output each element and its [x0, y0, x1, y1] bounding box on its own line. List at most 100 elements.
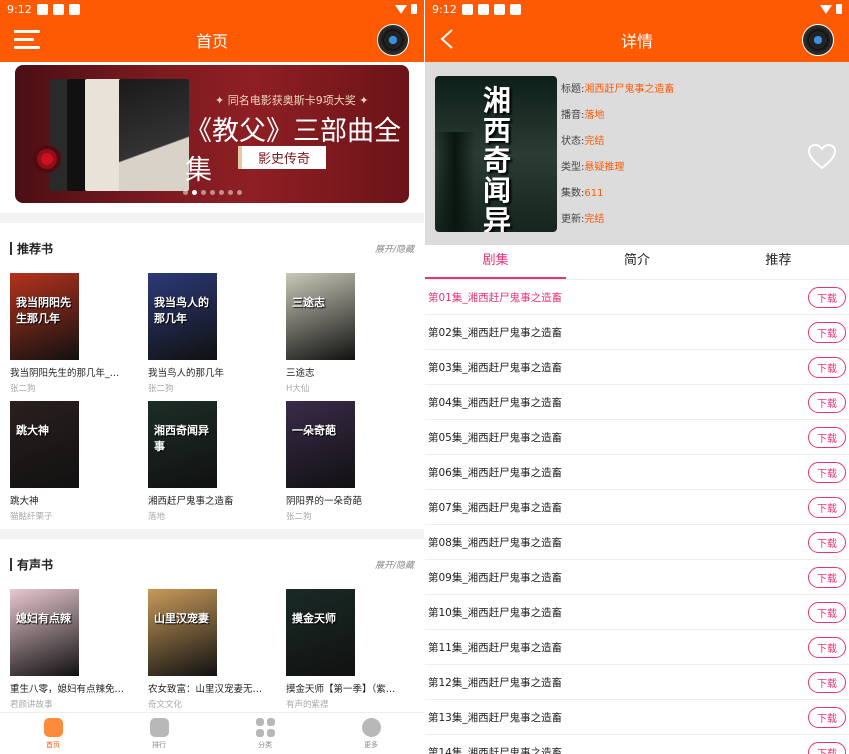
tab-category[interactable]: 分类	[212, 713, 318, 754]
book-cover[interactable]: 摸金天师	[286, 589, 355, 676]
favorite-heart-icon[interactable]	[807, 142, 837, 172]
book-author: 落地	[148, 512, 166, 522]
pager-dot[interactable]	[236, 190, 242, 195]
book-card[interactable]: 我当鸟人的那几年 我当鸟人的那几年 张二狗	[148, 273, 286, 401]
download-button[interactable]: 下载	[808, 637, 846, 658]
player-disc-icon[interactable]	[377, 24, 409, 56]
tab-label: 排行	[152, 740, 166, 749]
book-card[interactable]: 摸金天师 摸金天师【第一季】（紫襟… 有声的紫襟	[286, 589, 424, 717]
tab-home[interactable]: 首页	[0, 713, 106, 754]
player-disc-icon[interactable]	[802, 24, 834, 56]
book-cover[interactable]: 我当鸟人的那几年	[148, 273, 217, 360]
meta-value: 611	[584, 188, 604, 199]
download-button[interactable]: 下载	[808, 742, 846, 754]
book-cover[interactable]: 湘西奇闻异事	[148, 401, 217, 488]
download-button[interactable]: 下载	[808, 322, 846, 343]
pager-dot[interactable]	[182, 190, 188, 195]
book-card[interactable]: 我当阴阳先生那几年 我当阴阳先生的那几年_张… 张二狗	[10, 273, 148, 401]
meta-value: 湘西赶尸鬼事之造畜	[584, 84, 675, 95]
home-screen: 9:12 首页 ✦ 同名电影获奥斯卡9项大奖 ✦ 《教父》三部曲全集 影史传奇 …	[0, 0, 424, 754]
pager-dot[interactable]	[218, 190, 224, 195]
episode-title: 第06集_湘西赶尸鬼事之造畜	[428, 466, 563, 479]
book-title: 农女致富：山里汉宠妻无度…	[148, 684, 266, 695]
pager-dot[interactable]	[200, 190, 206, 195]
episode-row[interactable]: 第13集_湘西赶尸鬼事之造畜 下载	[425, 700, 849, 735]
book-cover[interactable]: 跳大神	[10, 401, 79, 488]
detail-tabs: 剧集 简介 推荐	[425, 245, 849, 280]
book-author: 君颜讲故事	[10, 700, 53, 710]
section-toggle-link[interactable]: 展开/隐藏	[375, 242, 414, 255]
book-grid: 媳妇有点辣 重生八零，媳妇有点辣免费… 君颜讲故事 山里汉宠妻农女致富：山里汉宠妻无度…	[0, 589, 424, 717]
tab-rank[interactable]: 排行	[106, 713, 212, 754]
promo-banner[interactable]: ✦ 同名电影获奥斯卡9项大奖 ✦ 《教父》三部曲全集 影史传奇	[15, 65, 409, 203]
meta-row: 标题:湘西赶尸鬼事之造畜	[561, 82, 674, 108]
download-button[interactable]: 下载	[808, 567, 846, 588]
tab-more[interactable]: 更多	[318, 713, 424, 754]
episode-row[interactable]: 第14集_湘西赶尸鬼事之造畜 下载	[425, 735, 849, 754]
download-button[interactable]: 下载	[808, 427, 846, 448]
bottom-tab-bar: 首页 排行 分类 更多	[0, 712, 424, 754]
book-cover[interactable]: 我当阴阳先生那几年	[10, 273, 79, 360]
download-button[interactable]: 下载	[808, 602, 846, 623]
book-cover[interactable]: 一朵奇葩	[286, 401, 355, 488]
book-section: 推荐书 展开/隐藏 我当阴阳先生那几年 我当阴阳先生的那几年_张… 张二狗 我当鸟人的那几…	[0, 223, 424, 529]
book-cover[interactable]: 三途志	[286, 273, 355, 360]
meta-label: 标题:	[561, 84, 585, 95]
section-toggle-link[interactable]: 展开/隐藏	[375, 558, 414, 571]
episode-row[interactable]: 第02集_湘西赶尸鬼事之造畜 下载	[425, 315, 849, 350]
download-button[interactable]: 下载	[808, 357, 846, 378]
battery-icon	[836, 4, 842, 14]
episode-row[interactable]: 第08集_湘西赶尸鬼事之造畜 下载	[425, 525, 849, 560]
pager-dot[interactable]	[209, 190, 215, 195]
tab-intro[interactable]: 简介	[566, 245, 707, 279]
book-cover-text: 三途志	[292, 296, 325, 309]
episode-row[interactable]: 第10集_湘西赶尸鬼事之造畜 下载	[425, 595, 849, 630]
episode-title: 第01集_湘西赶尸鬼事之造畜	[428, 291, 563, 304]
book-cover-text: 山里汉宠妻	[154, 612, 209, 625]
meta-value: 完结	[584, 136, 605, 147]
meta-label: 类型:	[561, 162, 585, 173]
episode-row[interactable]: 第05集_湘西赶尸鬼事之造畜 下载	[425, 420, 849, 455]
download-button[interactable]: 下载	[808, 392, 846, 413]
book-grid: 我当阴阳先生那几年 我当阴阳先生的那几年_张… 张二狗 我当鸟人的那几年 我当鸟人的那几…	[0, 273, 424, 529]
meta-row: 类型:悬疑推理	[561, 160, 674, 186]
status-bar: 9:12	[0, 0, 424, 18]
book-card[interactable]: 三途志 三途志 H大仙	[286, 273, 424, 401]
tab-recommend[interactable]: 推荐	[708, 245, 849, 279]
episode-row[interactable]: 第11集_湘西赶尸鬼事之造畜 下载	[425, 630, 849, 665]
book-card[interactable]: 湘西奇闻异事 湘西赶尸鬼事之造畜 落地	[148, 401, 286, 529]
episode-row[interactable]: 第04集_湘西赶尸鬼事之造畜 下载	[425, 385, 849, 420]
more-icon	[361, 717, 381, 737]
banner-container: ✦ 同名电影获奥斯卡9项大奖 ✦ 《教父》三部曲全集 影史传奇	[0, 62, 424, 213]
book-card[interactable]: 山里汉宠妻农女致富：山里汉宠妻无度… 奇文文化	[148, 589, 286, 717]
book-card[interactable]: 媳妇有点辣 重生八零，媳妇有点辣免费… 君颜讲故事	[10, 589, 148, 717]
episode-title: 第14集_湘西赶尸鬼事之造畜	[428, 746, 563, 754]
detail-screen: 9:12 详情 湘西奇闻异事 标题:湘西赶尸鬼事之造畜播音:落地状态:完结类型:…	[425, 0, 849, 754]
pager-dot[interactable]	[191, 190, 197, 195]
book-cover[interactable]: 山里汉宠妻	[148, 589, 217, 676]
pager-dot[interactable]	[227, 190, 233, 195]
status-time: 9:12	[7, 2, 32, 16]
download-button[interactable]: 下载	[808, 287, 846, 308]
episode-row[interactable]: 第01集_湘西赶尸鬼事之造畜 下载	[425, 280, 849, 315]
tab-episodes[interactable]: 剧集	[425, 245, 567, 279]
download-button[interactable]: 下载	[808, 532, 846, 553]
episode-row[interactable]: 第03集_湘西赶尸鬼事之造畜 下载	[425, 350, 849, 385]
tab-label: 分类	[258, 740, 272, 749]
episode-row[interactable]: 第07集_湘西赶尸鬼事之造畜 下载	[425, 490, 849, 525]
book-card[interactable]: 跳大神 跳大神 猫骷纤栗子	[10, 401, 148, 529]
book-cover[interactable]: 媳妇有点辣	[10, 589, 79, 676]
download-button[interactable]: 下载	[808, 707, 846, 728]
book-author: 有声的紫襟	[286, 700, 329, 710]
category-icon	[255, 717, 275, 737]
download-button[interactable]: 下载	[808, 497, 846, 518]
download-button[interactable]: 下载	[808, 462, 846, 483]
episode-row[interactable]: 第12集_湘西赶尸鬼事之造畜 下载	[425, 665, 849, 700]
meta-label: 集数:	[561, 188, 585, 199]
download-button[interactable]: 下载	[808, 672, 846, 693]
episode-row[interactable]: 第09集_湘西赶尸鬼事之造畜 下载	[425, 560, 849, 595]
book-author: 奇文文化	[148, 700, 183, 710]
book-card[interactable]: 一朵奇葩 阴阳界的一朵奇葩 张二狗	[286, 401, 424, 529]
episode-row[interactable]: 第06集_湘西赶尸鬼事之造畜 下载	[425, 455, 849, 490]
meta-value: 落地	[584, 110, 605, 121]
